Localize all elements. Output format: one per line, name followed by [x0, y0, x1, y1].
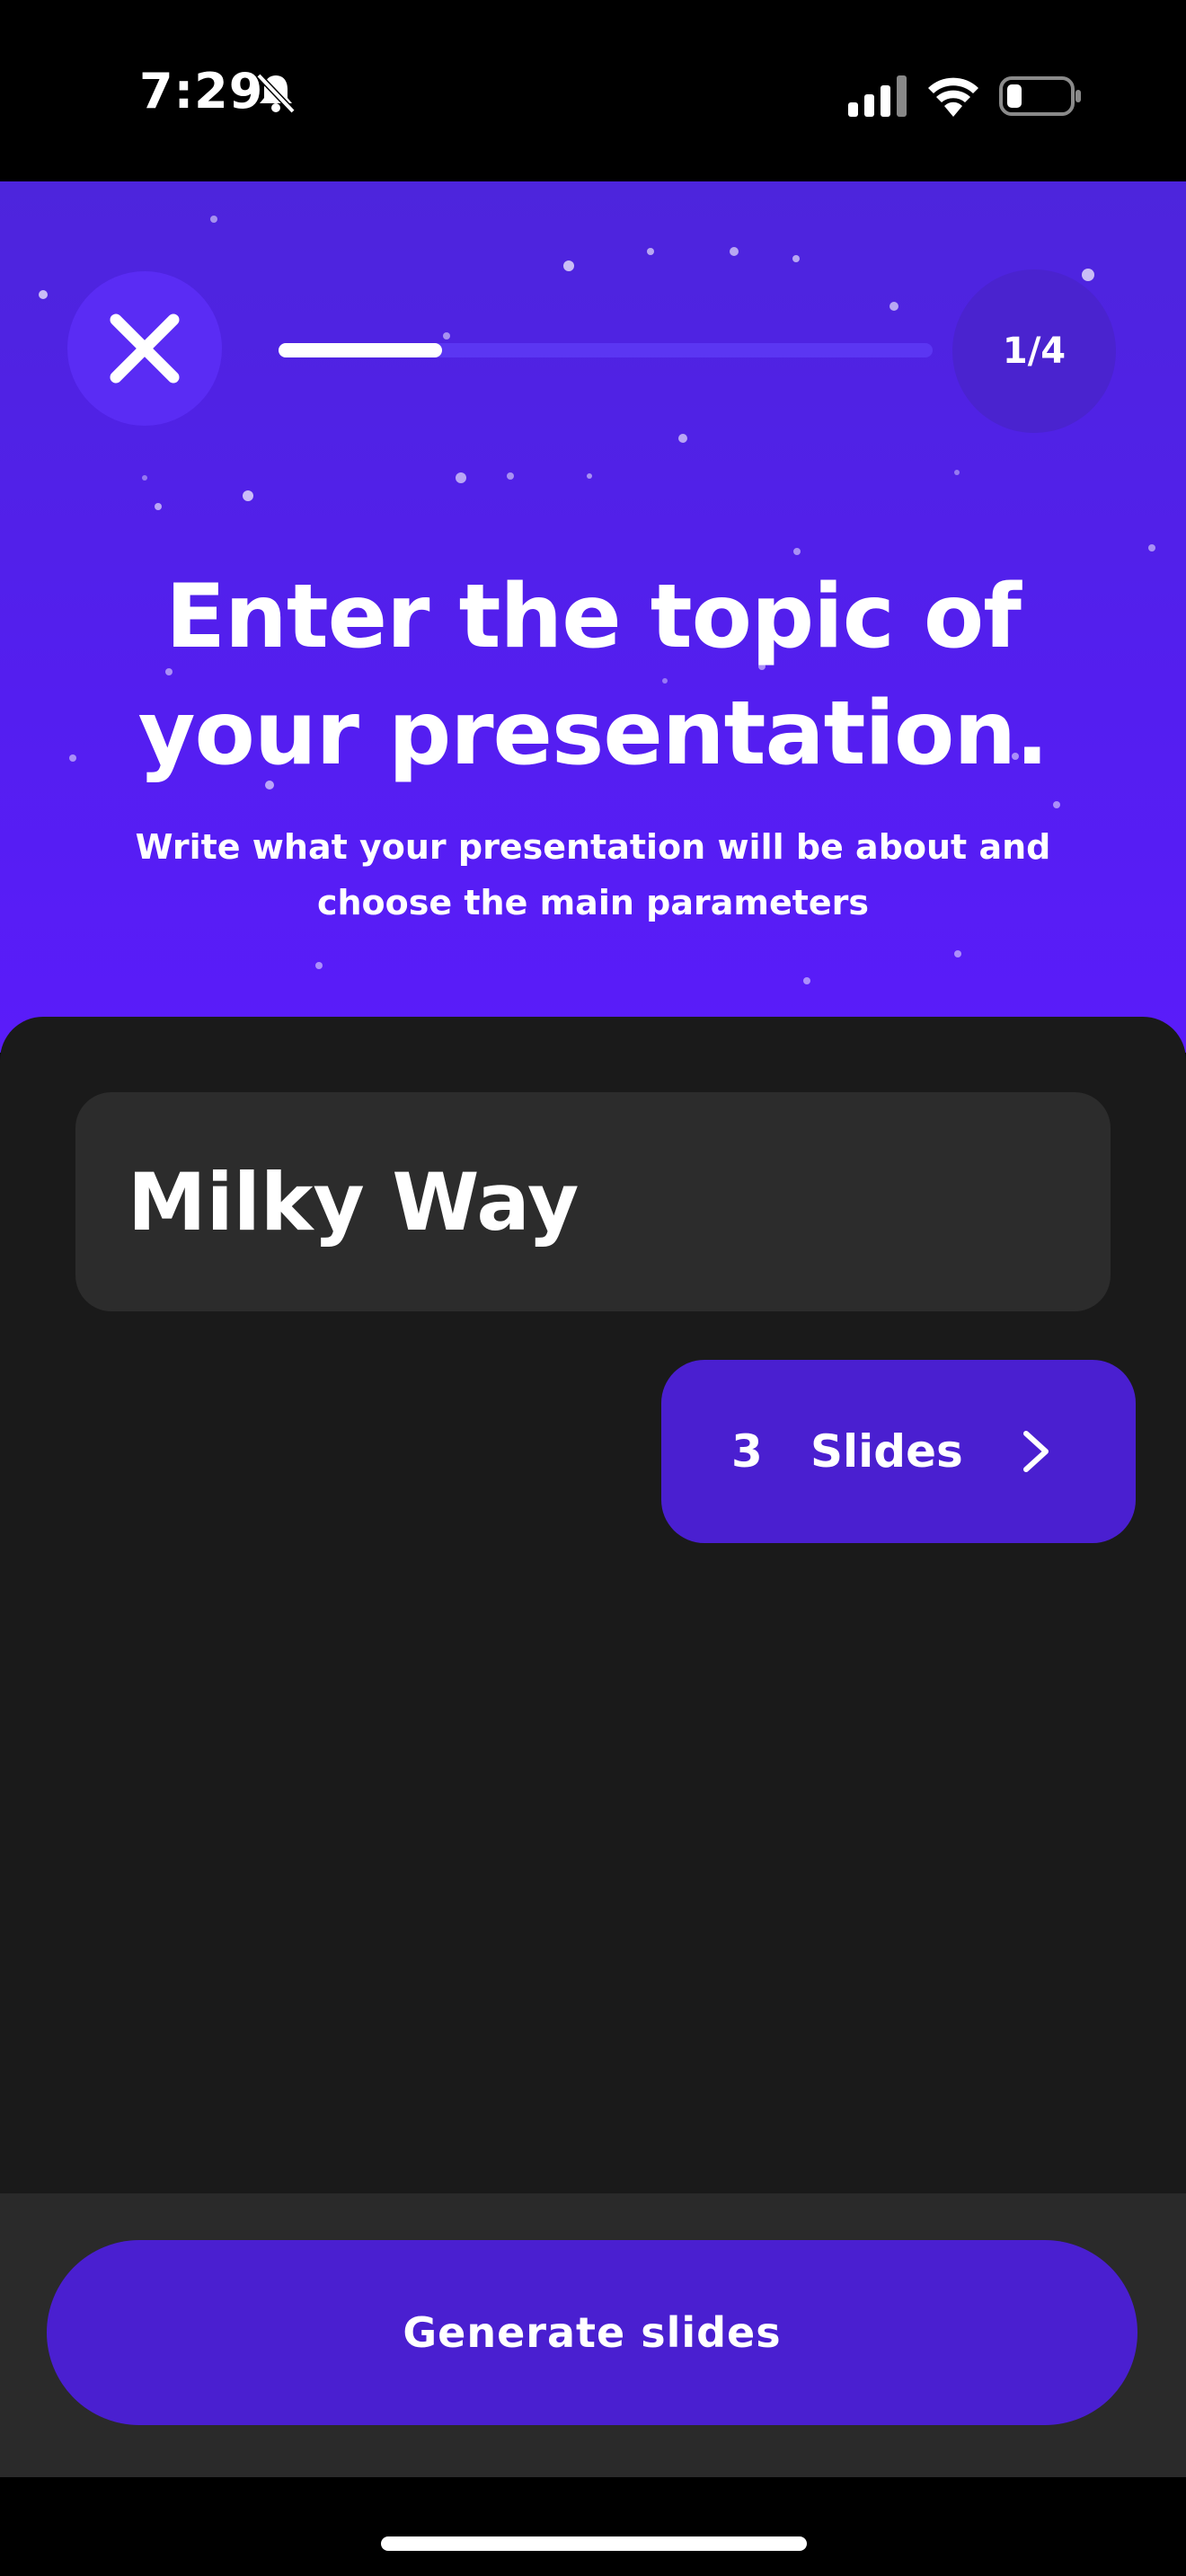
chevron-right-icon: [1023, 1431, 1049, 1472]
progress-bar: [279, 343, 933, 357]
battery-icon: [999, 76, 1081, 116]
cellular-signal-icon: [848, 75, 907, 117]
close-icon: [110, 313, 180, 384]
header: 1/4 Enter the topic of your presentation…: [0, 181, 1186, 1053]
topic-input-value: Milky Way: [128, 1155, 580, 1248]
slides-label: Slides: [810, 1425, 963, 1478]
status-bar: 7:29: [0, 0, 1186, 181]
home-indicator[interactable]: [381, 2536, 807, 2551]
page-title: Enter the topic of your presentation.: [137, 566, 1049, 785]
generate-slides-button[interactable]: Generate slides: [47, 2240, 1137, 2425]
page-subtitle: Write what your presentation will be abo…: [135, 827, 1051, 922]
footer: Generate slides: [0, 2193, 1186, 2477]
slides-count: 3: [731, 1425, 763, 1478]
silent-bell-icon: [256, 73, 296, 114]
step-indicator: 1/4: [952, 269, 1116, 433]
progress-fill: [279, 343, 442, 357]
close-button[interactable]: [67, 271, 222, 426]
form-panel: Milky Way 3 Slides: [0, 1017, 1186, 2193]
topic-input[interactable]: Milky Way: [75, 1092, 1111, 1311]
wifi-icon: [928, 77, 978, 117]
status-time: 7:29: [139, 63, 264, 119]
slides-count-button[interactable]: 3 Slides: [661, 1360, 1136, 1543]
